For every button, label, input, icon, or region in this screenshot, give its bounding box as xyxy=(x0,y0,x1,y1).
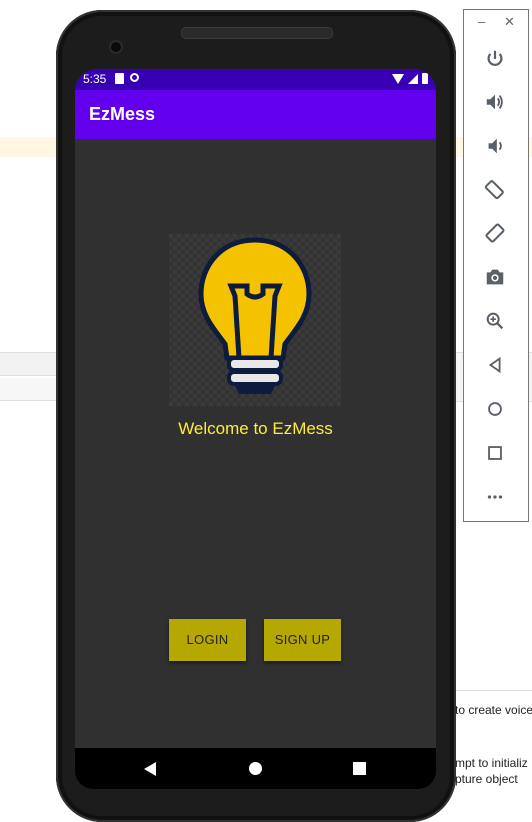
signup-button[interactable]: SIGN UP xyxy=(264,619,341,661)
lightbulb-icon xyxy=(169,234,341,406)
status-time: 5:35 xyxy=(83,72,107,86)
app-bar: EzMess xyxy=(75,90,436,139)
camera-icon[interactable] xyxy=(478,260,512,294)
status-bar: 5:35 xyxy=(75,69,436,90)
phone-screen: 5:35 EzMess Welcome to EzMess LOGIN SIGN… xyxy=(75,69,436,789)
ide-divider xyxy=(455,690,532,691)
ide-panel-divider xyxy=(0,378,60,401)
nav-overview-icon[interactable] xyxy=(353,762,366,775)
ide-panel-divider xyxy=(0,352,60,376)
home-icon[interactable] xyxy=(478,392,512,426)
volume-down-icon[interactable] xyxy=(478,129,512,163)
front-camera xyxy=(109,40,123,54)
more-icon[interactable] xyxy=(478,480,512,514)
emulator-control-panel: – ✕ xyxy=(463,9,529,522)
nav-home-icon[interactable] xyxy=(249,762,262,775)
back-icon[interactable] xyxy=(478,348,512,382)
ide-text-line: pture object xyxy=(455,772,518,786)
zoom-icon[interactable] xyxy=(478,304,512,338)
volume-up-icon[interactable] xyxy=(478,85,512,119)
sd-card-icon xyxy=(115,73,124,84)
overview-icon[interactable] xyxy=(478,436,512,470)
app-title: EzMess xyxy=(89,104,156,124)
panel-titlebar: – ✕ xyxy=(464,10,528,36)
rotate-right-icon[interactable] xyxy=(478,216,512,250)
signal-icon xyxy=(408,73,418,84)
status-system-icons xyxy=(392,73,428,84)
close-icon[interactable]: ✕ xyxy=(504,14,515,30)
login-button[interactable]: LOGIN xyxy=(169,619,246,661)
ide-text-line: to create voice xyxy=(455,703,532,717)
speaker-grille xyxy=(181,27,333,39)
nav-back-icon[interactable] xyxy=(144,762,156,776)
ide-highlight-line xyxy=(0,137,60,157)
minimize-icon[interactable]: – xyxy=(478,14,485,29)
navigation-bar xyxy=(75,748,436,789)
welcome-text: Welcome to EzMess xyxy=(178,419,333,438)
ide-text-line: mpt to initializ xyxy=(455,756,528,770)
sync-icon xyxy=(130,73,139,82)
power-icon[interactable] xyxy=(478,42,512,76)
status-notification-icons xyxy=(115,73,139,84)
wifi-icon xyxy=(392,73,404,84)
rotate-left-icon[interactable] xyxy=(478,172,512,206)
battery-icon xyxy=(422,73,428,84)
